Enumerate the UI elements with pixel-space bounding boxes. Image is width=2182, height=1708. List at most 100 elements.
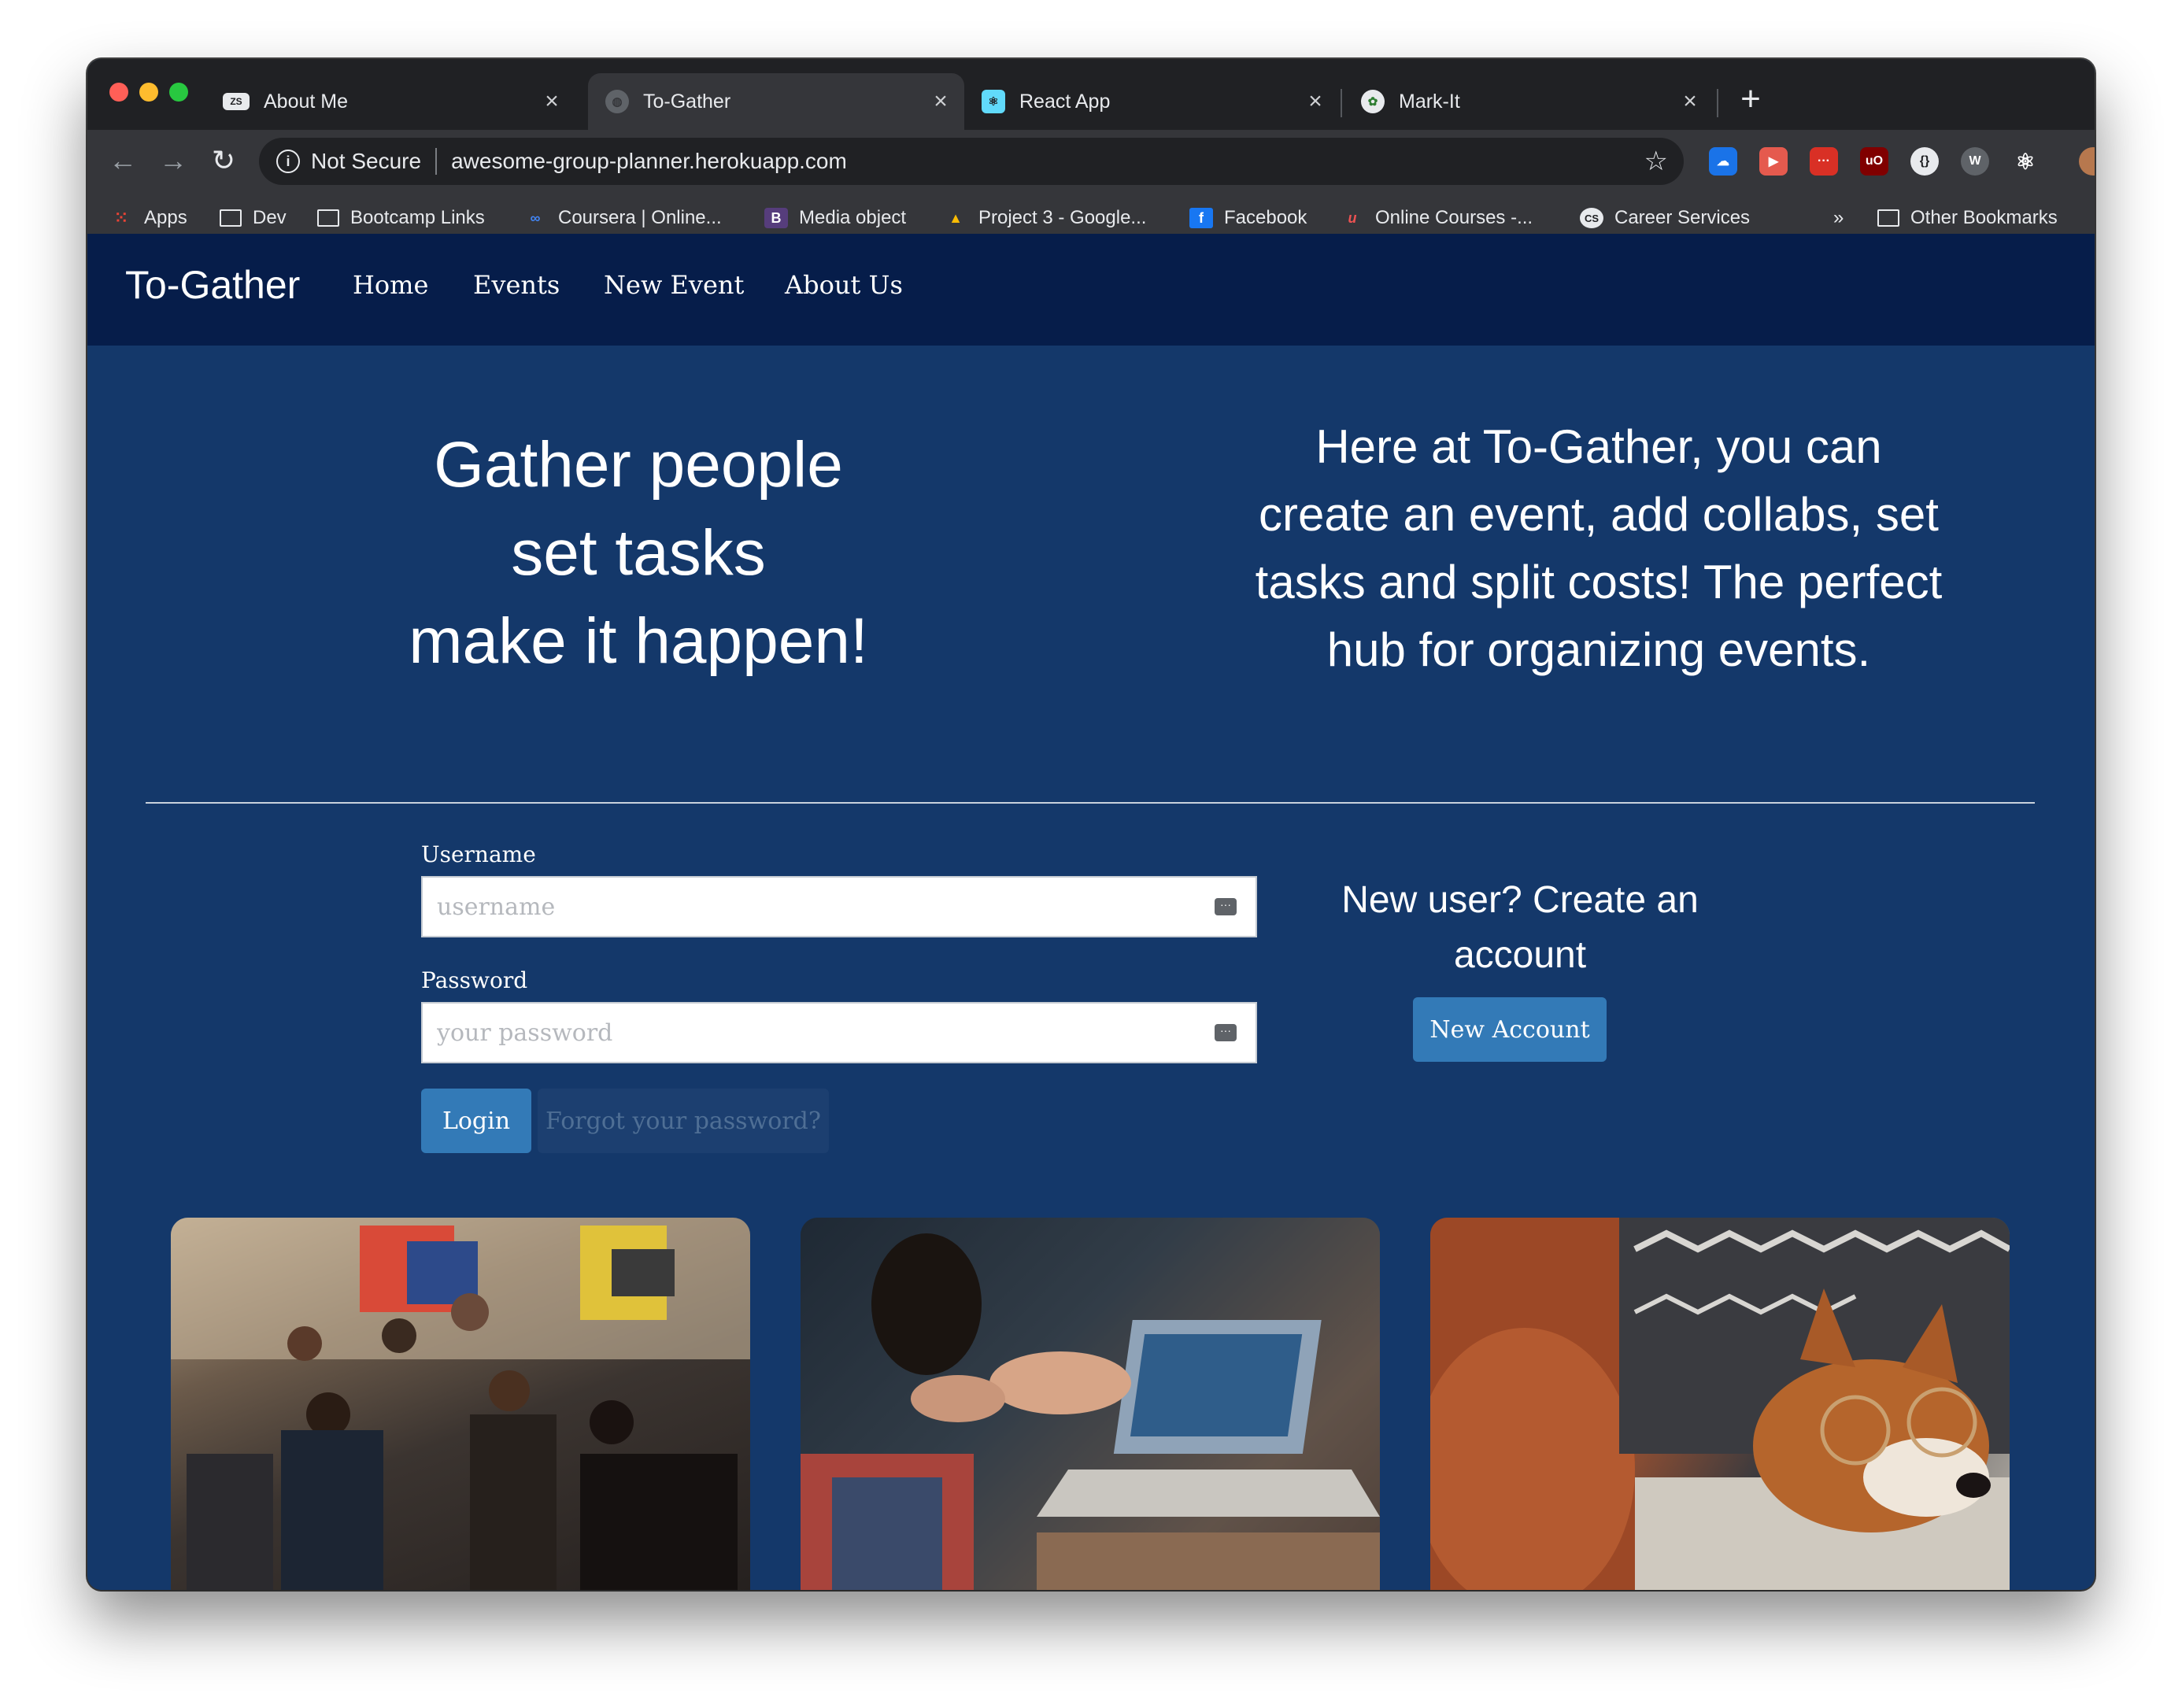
password-input[interactable]	[423, 1004, 1215, 1062]
bookmark-facebook[interactable]: f Facebook	[1189, 202, 1307, 234]
back-arrow-icon[interactable]: ←	[103, 141, 142, 180]
tab-title: Mark-It	[1399, 90, 1460, 113]
security-label: Not Secure	[311, 149, 422, 173]
close-tab-icon[interactable]: ×	[925, 88, 956, 115]
autofill-key-icon[interactable]: ···	[1215, 1024, 1237, 1041]
bookmark-other-bookmarks[interactable]: Other Bookmarks	[1877, 202, 2058, 234]
bookmark-label: Facebook	[1224, 207, 1307, 228]
tab-to-gather[interactable]: ◍ To-Gather ×	[588, 73, 964, 130]
dog-with-glasses-image	[1430, 1218, 2010, 1590]
bookmark-dev[interactable]: Dev	[220, 202, 287, 234]
tab-mark-it[interactable]: ✿ Mark-It ×	[1344, 73, 1714, 130]
password-field[interactable]: ···	[421, 1002, 1257, 1063]
forgot-password-button[interactable]: Forgot your password?	[538, 1089, 829, 1153]
bookmarks-overflow-button[interactable]: »	[1833, 202, 1844, 234]
tab-title: About Me	[264, 90, 349, 113]
react-devtools-icon[interactable]: ⚛	[2011, 147, 2040, 176]
photo-card-dog-glasses	[1430, 1218, 2010, 1590]
dots-extension-icon[interactable]: ···	[1810, 147, 1838, 176]
folder-icon	[220, 209, 242, 227]
close-tab-icon[interactable]: ×	[1300, 88, 1331, 115]
coursera-icon: ∞	[530, 209, 541, 226]
close-tab-icon[interactable]: ×	[1674, 88, 1706, 115]
apps-grid-icon: ⁙	[113, 208, 129, 227]
nav-events-link[interactable]: Events	[473, 270, 560, 300]
bookmark-label: Project 3 - Google...	[978, 207, 1147, 228]
site-navbar: To-Gather Home Events New Event About Us	[87, 234, 2095, 346]
career-services-icon: CS	[1580, 208, 1603, 228]
facebook-icon: f	[1189, 208, 1213, 228]
tab-divider	[1341, 89, 1342, 117]
bookmark-apps[interactable]: ⁙ Apps	[109, 202, 187, 234]
w-extension-icon[interactable]: W	[1961, 147, 1989, 176]
bookmark-bootcamp-links[interactable]: Bootcamp Links	[317, 202, 485, 234]
forward-arrow-icon[interactable]: →	[153, 141, 193, 180]
bookmark-star-icon[interactable]: ☆	[1644, 146, 1668, 177]
info-icon[interactable]: i	[276, 150, 300, 173]
minimize-window-button[interactable]	[139, 83, 158, 102]
bookmark-label: Career Services	[1614, 207, 1751, 228]
new-user-prompt: New user? Create an account	[1341, 879, 1699, 976]
folder-icon	[317, 209, 339, 227]
username-input[interactable]	[423, 878, 1215, 936]
folder-icon	[1877, 209, 1899, 227]
tab-about-me[interactable]: ZS About Me ×	[205, 73, 575, 130]
zs-favicon-icon: ZS	[223, 93, 250, 110]
react-icon: ⚛	[982, 90, 1005, 113]
bookmark-label: Other Bookmarks	[1910, 207, 2058, 228]
reload-icon[interactable]: ↻	[204, 141, 243, 180]
photo-card-laptop-meeting	[801, 1218, 1380, 1590]
browser-window: ZS About Me × ◍ To-Gather × ⚛ React App …	[87, 59, 2095, 1590]
bookmark-media-object[interactable]: B Media object	[764, 202, 906, 234]
tagline-line: set tasks	[511, 517, 766, 589]
close-tab-icon[interactable]: ×	[536, 88, 568, 115]
nav-home-link[interactable]: Home	[353, 270, 428, 300]
profile-avatar-icon[interactable]	[2079, 147, 2095, 176]
bookmark-label: Online Courses -...	[1375, 207, 1533, 228]
tagline-line: make it happen!	[409, 605, 868, 677]
ublock-extension-icon[interactable]: uO	[1860, 147, 1888, 176]
new-tab-button[interactable]: +	[1731, 81, 1770, 120]
nav-new-event-link[interactable]: New Event	[604, 270, 744, 300]
tagline-line: Gather people	[434, 429, 843, 501]
bookmark-label: Media object	[799, 207, 907, 228]
browser-toolbar: ← → ↻ i Not Secure awesome-group-planner…	[87, 130, 2095, 193]
login-button[interactable]: Login	[421, 1089, 531, 1153]
tab-title: To-Gather	[643, 90, 731, 113]
section-divider	[146, 802, 2035, 804]
bookmark-coursera[interactable]: ∞ Coursera | Online...	[523, 202, 722, 234]
autofill-key-icon[interactable]: ···	[1215, 898, 1237, 915]
url-text[interactable]: awesome-group-planner.herokuapp.com	[451, 149, 1644, 174]
address-bar[interactable]: i Not Secure awesome-group-planner.herok…	[259, 138, 1684, 185]
tab-react-app[interactable]: ⚛ React App ×	[964, 73, 1339, 130]
bookmark-label: Coursera | Online...	[558, 207, 722, 228]
bookmark-label: Dev	[253, 207, 287, 228]
new-account-button[interactable]: New Account	[1413, 997, 1607, 1062]
close-window-button[interactable]	[109, 83, 128, 102]
photo-card-group-meeting	[171, 1218, 750, 1590]
bookmark-online-courses[interactable]: u Online Courses -...	[1341, 202, 1533, 234]
group-meeting-image	[171, 1218, 750, 1590]
mark-it-favicon-icon: ✿	[1361, 90, 1385, 113]
json-extension-icon[interactable]: {}	[1910, 147, 1939, 176]
tab-divider	[1717, 89, 1718, 117]
site-brand[interactable]: To-Gather	[125, 262, 300, 308]
hero-tagline: Gather people set tasks make it happen!	[245, 421, 1032, 686]
overflow-chevron-icon: »	[1833, 207, 1844, 228]
record-extension-icon[interactable]: ▶	[1759, 147, 1788, 176]
bookmark-career-services[interactable]: CS Career Services	[1580, 202, 1750, 234]
maximize-window-button[interactable]	[169, 83, 188, 102]
username-label: Username	[421, 841, 536, 867]
laptop-meeting-image	[801, 1218, 1380, 1590]
cloud-extension-icon[interactable]: ☁	[1709, 147, 1737, 176]
bookmark-label: Apps	[144, 207, 187, 228]
tab-title: React App	[1019, 90, 1111, 113]
omnibox-divider	[435, 148, 438, 175]
bookmark-project-3[interactable]: ▲ Project 3 - Google...	[944, 202, 1146, 234]
bookmark-label: Bootcamp Links	[350, 207, 485, 228]
nav-about-us-link[interactable]: About Us	[785, 270, 903, 300]
password-label: Password	[421, 967, 528, 993]
username-field[interactable]: ···	[421, 876, 1257, 937]
bootstrap-icon: B	[764, 208, 788, 228]
google-drive-icon: ▲	[949, 209, 963, 226]
